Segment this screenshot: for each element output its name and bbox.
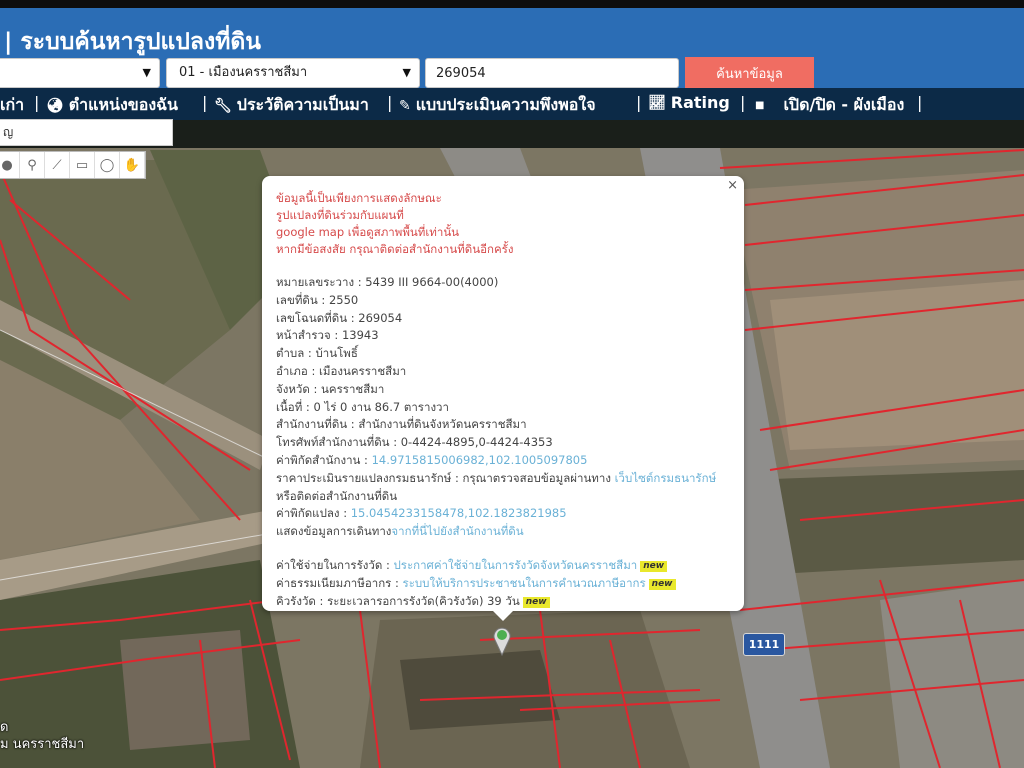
office-coordinate-link[interactable]: 14.9715815006982,102.1005097805	[372, 453, 588, 467]
nav-item-label: ประวัติความเป็นมา	[236, 95, 369, 114]
rectangle-tool-icon[interactable]: ▭	[70, 152, 95, 178]
edit-icon: ✎	[399, 97, 411, 114]
disclaimer-line: รูปแปลงที่ดินร่วมกับแผนที่	[276, 208, 404, 222]
popup-pointer	[493, 611, 513, 621]
field-parcel-coordinate: ค่าพิกัดแปลง : 15.0454233158478,102.1823…	[276, 506, 567, 521]
square-icon: ■	[755, 100, 765, 111]
globe-icon: 🌏︎	[46, 97, 64, 114]
field-deed-number: เลขโฉนดที่ดิน : 269054	[276, 310, 403, 325]
map-draw-toolbar: ● ⚲ ⟋ ▭ ◯ ✋	[0, 151, 146, 179]
nav-separator: |	[202, 93, 208, 112]
parcel-info-popup: × ข้อมูลนี้เป็นเพียงการแสดงลักษณะ รูปแปล…	[262, 176, 744, 621]
close-icon[interactable]: ×	[727, 178, 738, 193]
field-tax-fee: ค่าธรรมเนียมภาษีอากร : ระบบให้บริการประช…	[276, 575, 732, 593]
field-appraisal-note: หรือติดต่อสำนักงานที่ดิน	[276, 488, 398, 503]
new-badge: new	[648, 578, 676, 590]
route-link[interactable]: จากที่นี่ไปยังสำนักงานที่ดิน	[391, 524, 523, 538]
nav-separator: |	[387, 93, 393, 112]
nav-item-label: ตำแหน่งของฉัน	[68, 95, 178, 114]
parcel-coordinate-link[interactable]: 15.0454233158478,102.1823821985	[351, 506, 567, 520]
survey-cost-link[interactable]: ประกาศค่าใช้จ่ายในการรังวัดจังหวัดนครราช…	[393, 558, 637, 572]
field-survey-cost: ค่าใช้จ่ายในการรังวัด : ประกาศค่าใช้จ่าย…	[276, 557, 732, 575]
nav-separator: |	[636, 93, 642, 112]
field-area: เนื้อที่ : 0 ไร่ 0 งาน 86.7 ตารางวา	[276, 399, 449, 414]
map-place-label: ม นครราชสีมา	[0, 737, 85, 752]
field-map-sheet: หมายเลขระวาง : 5439 III 9664-00(4000)	[276, 275, 499, 289]
disclaimer-line: ข้อมูลนี้เป็นเพียงการแสดงลักษณะ	[276, 191, 442, 205]
nav-item-history[interactable]: 🔧︎ ประวัติความเป็นมา	[214, 93, 369, 118]
field-survey-queue: คิวรังวัด : ระยะเวลารอการรังวัด(คิวรังวั…	[276, 593, 732, 611]
field-office-coordinate: ค่าพิกัดสำนักงาน : 14.9715815006982,102.…	[276, 452, 588, 467]
new-badge: new	[522, 596, 550, 608]
page-title: | ระบบค้นหารูปแปลงที่ดิน	[4, 29, 262, 55]
province-select[interactable]: ▼	[0, 58, 160, 88]
nav-item-my-location[interactable]: 🌏︎ ตำแหน่งของฉัน	[46, 93, 178, 118]
field-land-office: สำนักงานที่ดิน : สำนักงานที่ดินจังหวัดนค…	[276, 417, 527, 432]
nav-item-label: Rating	[670, 93, 730, 112]
disclaimer-line: google map เพื่อดูสภาพพื้นที่เท่านั้น	[276, 225, 460, 239]
nav-item-label: เก่า	[0, 95, 25, 114]
tax-calculator-link[interactable]: ระบบให้บริการประชาชนในการคำนวณภาษีอากร	[403, 576, 646, 590]
map-pin-icon[interactable]	[492, 624, 512, 657]
address-search-input[interactable]: ญ	[0, 119, 173, 146]
nav-item-old[interactable]: เก่า	[0, 93, 24, 118]
tools-icon: 🔧︎	[214, 97, 232, 114]
new-badge: new	[640, 560, 668, 572]
chevron-down-icon: ▼	[142, 66, 151, 79]
field-office-phone: โทรศัพท์สำนักงานที่ดิน : 0-4424-4895,0-4…	[276, 435, 553, 450]
disclaimer-line: หากมีข้อสงสัย กรุณาติดต่อสำนักงานที่ดินอ…	[276, 242, 514, 256]
field-subdistrict: ตำบล : บ้านโพธิ์	[276, 346, 358, 361]
district-select-value: 01 - เมืองนครราชสีมา	[179, 65, 308, 80]
highway-sign: 1111	[743, 633, 785, 656]
district-select[interactable]: 01 - เมืองนครราชสีมา ▼	[166, 58, 420, 88]
nav-item-label: แบบประเมินความพึงพอใจ	[415, 95, 596, 114]
nav-separator: |	[917, 93, 923, 112]
field-route: แสดงข้อมูลการเดินทางจากที่นี่ไปยังสำนักง…	[276, 524, 524, 539]
nav-separator: |	[740, 93, 746, 112]
circle-outline-tool-icon[interactable]: ◯	[95, 152, 120, 178]
polyline-tool-icon[interactable]: ⟋	[45, 152, 70, 178]
field-district: อำเภอ : เมืองนครราชสีมา	[276, 363, 407, 378]
nav-item-city-plan[interactable]: ■ เปิด/ปิด - ผังเมือง	[755, 93, 904, 118]
nav-item-rating[interactable]: 📈︎ Rating	[648, 93, 730, 112]
chevron-down-icon: ▼	[402, 66, 411, 79]
parcel-number-input[interactable]	[425, 58, 679, 88]
nav-bar: เก่า | 🌏︎ ตำแหน่งของฉัน | 🔧︎ ประวัติความ…	[0, 88, 1024, 120]
hand-tool-icon[interactable]: ✋	[120, 152, 145, 178]
window-top-bar	[0, 0, 1024, 8]
nav-item-survey[interactable]: ✎ แบบประเมินความพึงพอใจ	[399, 93, 596, 118]
field-appraisal-price: ราคาประเมินรายแปลงกรมธนารักษ์ : กรุณาตรว…	[276, 470, 717, 485]
circle-tool-icon[interactable]: ●	[0, 152, 20, 178]
nav-separator: |	[34, 93, 40, 112]
field-survey-page: หน้าสำรวจ : 13943	[276, 328, 379, 343]
nav-item-label: เปิด/ปิด - ผังเมือง	[783, 95, 905, 114]
field-province: จังหวัด : นครราชสีมา	[276, 381, 385, 396]
field-land-number: เลขที่ดิน : 2550	[276, 292, 359, 307]
app-header: | ระบบค้นหารูปแปลงที่ดิน ▼ 01 - เมืองนคร…	[0, 8, 1024, 93]
marker-tool-icon[interactable]: ⚲	[20, 152, 45, 178]
chart-icon: 📈︎	[648, 94, 666, 111]
treasury-website-link[interactable]: เว็บไซต์กรมธนารักษ์	[615, 471, 717, 485]
